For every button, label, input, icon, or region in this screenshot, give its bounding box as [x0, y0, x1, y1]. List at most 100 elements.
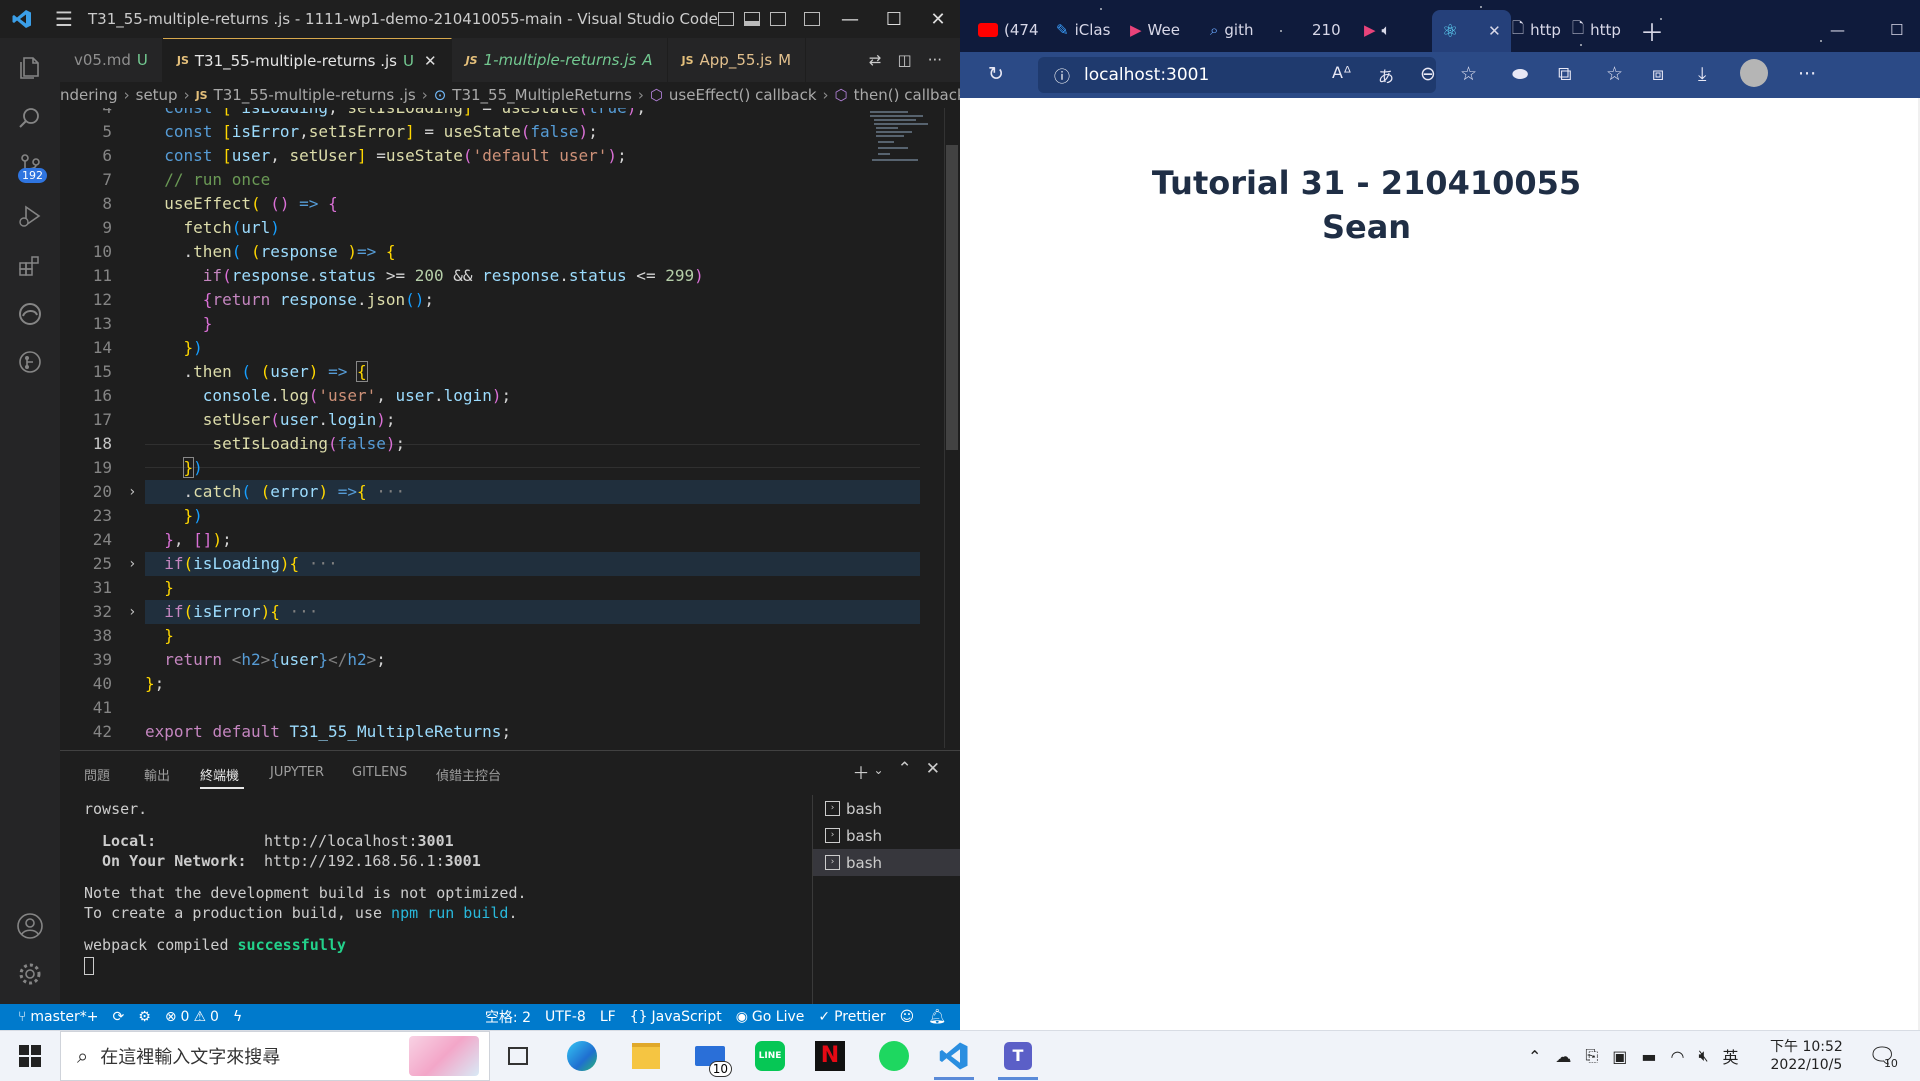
- tab-app-55[interactable]: JS App_55.js M: [668, 38, 807, 82]
- breadcrumb-item[interactable]: useEffect() callback: [669, 86, 817, 104]
- toggle-sidebar-icon[interactable]: [718, 12, 734, 26]
- vscode-app-icon[interactable]: [926, 1035, 982, 1080]
- run-debug-icon[interactable]: [0, 192, 60, 240]
- minimize-button[interactable]: —: [828, 0, 872, 38]
- breadcrumb-item[interactable]: ndering: [60, 86, 118, 104]
- browser-tab[interactable]: ✎ iClas: [1056, 12, 1110, 48]
- customize-layout-icon[interactable]: [804, 12, 820, 26]
- tab-terminal[interactable]: 終端機: [200, 765, 239, 784]
- onedrive-icon[interactable]: ☁: [1555, 1047, 1571, 1066]
- tab-v05-md[interactable]: v05.md U: [60, 38, 163, 82]
- favorites-icon[interactable]: ☆: [1606, 63, 1623, 85]
- terminal-output[interactable]: rowser. Local: http://localhost:3001 On Y…: [84, 799, 804, 975]
- fold-chevron-icon[interactable]: ›: [128, 600, 136, 624]
- downloads-icon[interactable]: ⤓: [1698, 63, 1706, 85]
- breadcrumb-item[interactable]: T31_55-multiple-returns .js: [214, 86, 416, 104]
- extensions-puzzle-icon[interactable]: ⧉: [1558, 63, 1572, 85]
- browser-tab[interactable]: ▶ 🔈︎: [1364, 12, 1391, 48]
- netflix-app-icon[interactable]: N: [802, 1035, 858, 1077]
- tab-jupyter[interactable]: JUPYTER: [270, 765, 324, 780]
- add-favorite-icon[interactable]: ☆: [1460, 63, 1477, 85]
- breadcrumb-item[interactable]: T31_55_MultipleReturns: [452, 86, 632, 104]
- browser-tab[interactable]: 🗋︎ http: [1512, 12, 1561, 48]
- browser-tab[interactable]: 210: [1312, 12, 1341, 48]
- branch-status[interactable]: ⑂ master*+: [18, 1009, 99, 1025]
- chevron-down-icon[interactable]: ⌄: [873, 763, 883, 784]
- extension-icon[interactable]: ⬬: [1512, 63, 1528, 85]
- ime-indicator[interactable]: 英: [1723, 1044, 1739, 1068]
- explorer-icon[interactable]: [0, 44, 60, 92]
- browser-tab[interactable]: ▶ Wee: [1130, 12, 1180, 48]
- maximize-button[interactable]: ☐: [1890, 12, 1903, 48]
- settings-gear-icon[interactable]: [0, 950, 60, 998]
- sync-icon[interactable]: ⟳: [113, 1009, 125, 1025]
- close-tab-icon[interactable]: ✕: [1488, 22, 1501, 40]
- mail-app-icon[interactable]: 10: [682, 1035, 738, 1077]
- gitlens-icon[interactable]: [0, 338, 60, 386]
- maximize-button[interactable]: ☐: [872, 0, 916, 38]
- gitlens-status-icon[interactable]: ⚙: [138, 1009, 151, 1025]
- lightning-icon[interactable]: ϟ: [233, 1009, 242, 1025]
- tab-1-multiple-returns[interactable]: JS 1-multiple-returns.js A: [452, 38, 668, 82]
- profile-avatar[interactable]: [1740, 59, 1768, 92]
- tab-gitlens[interactable]: GITLENS: [352, 765, 407, 780]
- accounts-icon[interactable]: [0, 902, 60, 950]
- source-control-icon[interactable]: 192: [0, 142, 60, 190]
- zoom-out-icon[interactable]: ⊖: [1420, 63, 1436, 85]
- refresh-icon[interactable]: ↻: [988, 63, 1004, 85]
- terminal-list-item[interactable]: › bash: [813, 795, 960, 822]
- notifications-icon[interactable]: 🔔︎: [928, 1009, 946, 1025]
- task-view-icon[interactable]: [490, 1035, 546, 1077]
- clock[interactable]: 下午 10:52 2022/10/5: [1770, 1031, 1843, 1081]
- search-icon[interactable]: [0, 94, 60, 142]
- language-status[interactable]: {} JavaScript: [630, 1009, 722, 1025]
- battery-icon[interactable]: ▬: [1641, 1047, 1656, 1066]
- eol-status[interactable]: LF: [600, 1009, 616, 1025]
- address-bar[interactable]: ⓘ localhost:3001: [1038, 57, 1436, 93]
- new-terminal-icon[interactable]: ＋: [852, 759, 869, 784]
- feedback-icon[interactable]: ☺: [900, 1009, 915, 1025]
- breadcrumb-item[interactable]: then() callback: [854, 86, 960, 104]
- edge-devtools-icon[interactable]: [0, 290, 60, 338]
- tab-problems[interactable]: 問題: [84, 765, 110, 784]
- browser-tab-active[interactable]: ⚛ ✕: [1432, 10, 1511, 52]
- show-hidden-icons[interactable]: ⌃: [1528, 1047, 1541, 1066]
- code-editor[interactable]: 4 const [ isLoading, setIsLoading] = use…: [60, 108, 960, 750]
- toggle-panel-icon[interactable]: [744, 12, 760, 26]
- breadcrumb-item[interactable]: setup: [136, 86, 178, 104]
- notification-center-icon[interactable]: 🗨︎ 10: [1868, 1031, 1898, 1081]
- minimap[interactable]: [868, 108, 944, 168]
- terminal-list-item[interactable]: › bash: [813, 822, 960, 849]
- maximize-panel-icon[interactable]: ⌃: [898, 759, 912, 784]
- tab-output[interactable]: 輸出: [144, 765, 170, 784]
- new-tab-icon[interactable]: ＋: [1640, 12, 1664, 48]
- edge-app-icon[interactable]: [554, 1035, 610, 1077]
- menu-icon[interactable]: ☰: [44, 7, 84, 31]
- close-panel-icon[interactable]: ✕: [926, 759, 940, 784]
- wifi-icon[interactable]: ◠: [1670, 1047, 1684, 1066]
- prettier-status[interactable]: ✓ Prettier: [818, 1009, 885, 1025]
- settings-more-icon[interactable]: ···: [1798, 63, 1816, 85]
- more-actions-icon[interactable]: ···: [928, 51, 942, 69]
- encoding-status[interactable]: UTF-8: [545, 1009, 586, 1025]
- file-explorer-icon[interactable]: [618, 1035, 674, 1077]
- start-button[interactable]: [0, 1031, 60, 1081]
- close-tab-icon[interactable]: ✕: [424, 52, 437, 70]
- browser-tab[interactable]: (474: [978, 12, 1038, 48]
- fold-chevron-icon[interactable]: ›: [128, 552, 136, 576]
- read-aloud-icon[interactable]: Aᐞ: [1332, 63, 1352, 82]
- volume-mute-icon[interactable]: 🔇︎: [1698, 1046, 1708, 1066]
- tab-debug-console[interactable]: 偵錯主控台: [436, 765, 501, 784]
- teams-app-icon[interactable]: T: [990, 1035, 1046, 1080]
- close-window-button[interactable]: ✕: [916, 0, 960, 38]
- translate-icon[interactable]: あ: [1378, 63, 1394, 87]
- toggle-secondary-sidebar-icon[interactable]: [770, 12, 786, 26]
- spotify-app-icon[interactable]: [866, 1035, 922, 1077]
- minimize-button[interactable]: —: [1830, 12, 1845, 48]
- extensions-icon[interactable]: [0, 242, 60, 290]
- meet-now-icon[interactable]: ⎘: [1585, 1046, 1598, 1066]
- collections-icon[interactable]: ⧈: [1652, 63, 1664, 85]
- site-info-icon[interactable]: ⓘ: [1054, 63, 1070, 87]
- audio-playing-icon[interactable]: 🔈︎: [1382, 21, 1391, 39]
- compare-changes-icon[interactable]: ⇄: [869, 51, 882, 69]
